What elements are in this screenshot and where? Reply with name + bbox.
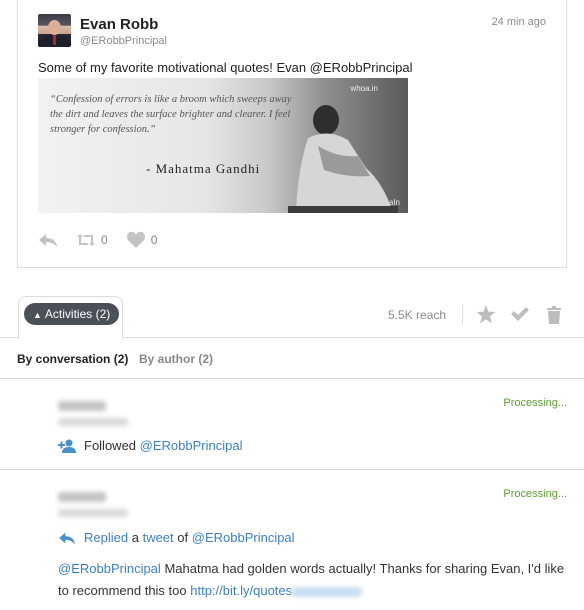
activity-author-name (58, 492, 106, 502)
heart-icon (126, 231, 145, 248)
tweet-timestamp[interactable]: 24 min ago (492, 16, 546, 28)
activities-toggle[interactable]: ▲ Activities (2) (24, 303, 120, 325)
author-name[interactable]: Evan Robb (80, 16, 158, 33)
divider (462, 304, 463, 324)
activity-item: Processing... Replied a tweet of @ERobbP… (0, 470, 584, 610)
activity-description: Replied a tweet of @ERobbPrincipal (58, 530, 295, 545)
avatar[interactable] (38, 14, 71, 47)
activity-action[interactable]: Replied (84, 530, 128, 545)
tweet-actions: 0 0 (38, 230, 175, 250)
activities-bar: ▲ Activities (2) 5.5K reach (0, 296, 584, 339)
connector-text: of (177, 530, 189, 545)
activity-subtabs: By conversation (2) By author (2) (0, 338, 584, 379)
activity-item: Processing... Followed @ERobbPrincipal (0, 379, 584, 470)
tab-by-conversation[interactable]: By conversation (2) (17, 352, 128, 366)
like-count: 0 (150, 233, 158, 247)
tweet-card: Evan Robb @ERobbPrincipal 24 min ago Som… (17, 0, 567, 268)
tab-by-author[interactable]: By author (2) (139, 352, 213, 366)
activities-toggle-label: Activities (2) (44, 307, 111, 321)
delete-button[interactable] (544, 304, 564, 324)
activity-author-handle (58, 418, 128, 426)
activity-action: Followed (84, 438, 137, 453)
quote-text: “Confession of errors is like a broom wh… (50, 94, 292, 135)
reply-icon (59, 532, 75, 544)
status-badge: Processing... (503, 488, 567, 500)
trash-icon (547, 305, 561, 324)
reach-count: 5.5K reach (388, 308, 447, 322)
quote-signature: - Mahatma Gandhi (146, 161, 261, 176)
activity-author-name (58, 401, 106, 411)
tweet-link[interactable]: tweet (143, 530, 174, 545)
activity-description: Followed @ERobbPrincipal (58, 438, 242, 453)
status-badge: Processing... (503, 397, 567, 409)
image-watermark: whoa.in (350, 84, 378, 93)
mention-link[interactable]: @ERobbPrincipal (192, 530, 295, 545)
chevron-up-icon: ▲ (33, 310, 42, 320)
gandhi-figure (288, 105, 398, 213)
author-handle[interactable]: @ERobbPrincipal (80, 35, 167, 47)
reply-url-link[interactable]: http://bit.ly/quotes (190, 583, 292, 598)
like-button[interactable]: 0 (126, 231, 158, 249)
star-icon (476, 304, 496, 323)
mention-link[interactable]: @ERobbPrincipal (140, 438, 243, 453)
retweet-button[interactable]: 0 (76, 232, 108, 248)
blurred-url (292, 586, 363, 597)
quote-image[interactable]: “Confession of errors is like a broom wh… (38, 78, 408, 213)
reply-icon (39, 234, 57, 247)
reply-button[interactable] (38, 232, 58, 248)
retweet-count: 0 (101, 233, 108, 247)
connector-text: a (131, 530, 139, 545)
reply-text: @ERobbPrincipal Mahatma had golden words… (58, 558, 573, 602)
favorite-button[interactable] (476, 304, 496, 324)
check-icon (511, 307, 529, 321)
tweet-text: Some of my favorite motivational quotes!… (38, 60, 413, 75)
complete-button[interactable] (510, 304, 530, 324)
add-user-icon (58, 439, 76, 453)
activity-author-handle (58, 509, 128, 517)
reply-mention-link[interactable]: @ERobbPrincipal (58, 561, 161, 576)
retweet-icon (77, 234, 95, 246)
